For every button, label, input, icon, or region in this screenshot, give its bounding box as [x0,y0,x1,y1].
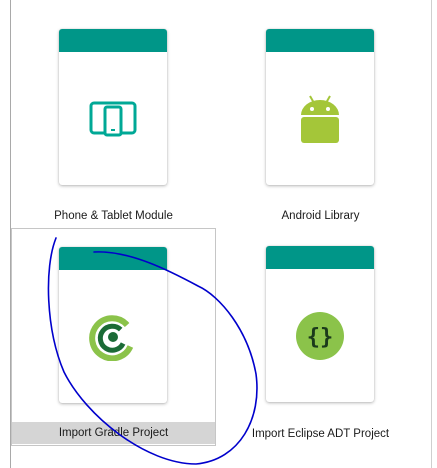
panel-right-border [431,0,432,468]
module-card [59,29,167,185]
android-icon [266,52,374,185]
phone-tablet-icon [59,52,167,185]
eclipse-adt-icon: {} [266,269,374,402]
card-header [266,29,374,52]
module-tile-import-eclipse-adt[interactable]: {} Import Eclipse ADT Project [218,228,423,446]
card-header [59,247,167,270]
module-card [59,247,167,403]
module-tile-android-library[interactable]: Android Library [218,0,423,228]
module-tile-phone-tablet[interactable]: Phone & Tablet Module [11,0,216,228]
gradle-icon [59,270,167,403]
module-label: Android Library [281,210,360,222]
module-card [266,29,374,185]
card-header [266,246,374,269]
module-label: Import Eclipse ADT Project [251,428,390,440]
card-header [59,29,167,52]
module-label: Phone & Tablet Module [54,210,173,222]
module-card: {} [266,246,374,402]
module-label: Import Gradle Project [12,422,215,444]
svg-text:{}: {} [307,325,334,350]
module-tile-import-gradle[interactable]: Import Gradle Project [11,228,216,446]
